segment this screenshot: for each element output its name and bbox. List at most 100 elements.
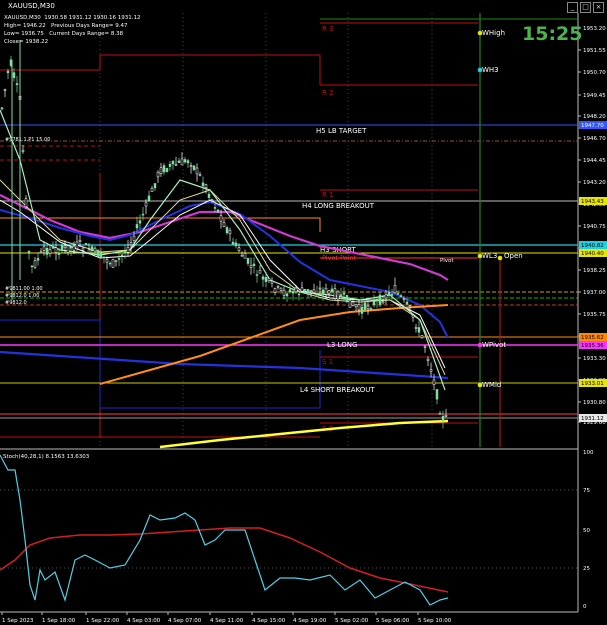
- candle-body: [408, 305, 412, 307]
- candle-body: [381, 301, 385, 304]
- candle-body: [246, 258, 250, 264]
- candle-body: [345, 295, 349, 303]
- price-tag-label: 1935.36: [581, 343, 604, 349]
- price-tag-label: 1940.82: [581, 243, 604, 249]
- candle-body: [426, 358, 430, 361]
- time-tick-label: 4 Sep 11:00: [210, 618, 244, 624]
- price-chart[interactable]: 1953.20 1951.55 1950.70 1949.45 1948.20 1946.…: [0, 0, 607, 625]
- candle-body: [177, 160, 181, 163]
- time-tick-label: 1 Sep 22:00: [86, 618, 120, 624]
- candle-body: [285, 293, 289, 297]
- candle-body: [231, 241, 235, 245]
- wpivot-label: WPivot: [482, 341, 506, 349]
- info-row-close: Close= 1938.22: [4, 39, 48, 46]
- clock-readout: 15:25: [522, 23, 583, 45]
- stoch-tick-label: 75: [583, 488, 590, 494]
- candle-body: [165, 168, 169, 172]
- price-tag-label: 1943.43: [581, 199, 604, 205]
- candle-body: [132, 235, 136, 241]
- candle-body: [351, 301, 355, 306]
- candle-body: [372, 300, 376, 305]
- candle-body: [225, 227, 229, 234]
- candle-body: [366, 305, 370, 309]
- time-tick-label: 5 Sep 10:00: [418, 618, 452, 624]
- time-tick-label: 4 Sep 07:00: [168, 618, 202, 624]
- candle-body: [402, 298, 406, 300]
- candle-body: [252, 263, 256, 266]
- price-tick-label: 1950.70: [583, 70, 606, 76]
- candle-body: [99, 251, 103, 258]
- candle-body: [111, 259, 115, 268]
- candle-body: [384, 294, 388, 299]
- candle-body: [27, 251, 31, 254]
- price-tick-label: 1944.45: [583, 158, 606, 164]
- candle-body: [249, 265, 253, 268]
- candle-body: [153, 183, 157, 189]
- price-tick-label: 1943.20: [583, 180, 606, 186]
- price-tick-label: 1948.20: [583, 114, 606, 120]
- info-low: Low= 1936.75: [4, 31, 44, 37]
- candle-body: [363, 302, 367, 310]
- wmid-label: WMid: [482, 381, 501, 389]
- candle-body: [75, 241, 79, 249]
- candle-body: [54, 247, 58, 253]
- candle-body: [390, 294, 394, 296]
- candle-body: [423, 346, 427, 348]
- candle-body: [57, 253, 61, 255]
- time-tick-label: 4 Sep 15:00: [252, 618, 286, 624]
- whigh-label: WHigh: [482, 29, 505, 37]
- candle-body: [114, 260, 118, 262]
- candle-body: [3, 89, 7, 91]
- wh3-label: WH3: [482, 66, 499, 74]
- candle-body: [294, 287, 298, 293]
- fib-label-2: #9811.00 1.00: [5, 286, 43, 292]
- time-tick-label: 4 Sep 19:00: [293, 618, 327, 624]
- candle-body: [24, 198, 28, 208]
- candle-body: [180, 158, 184, 166]
- info-prev-range: Previous Days Range= 9.47: [51, 23, 128, 29]
- candle-body: [354, 304, 358, 307]
- r1-label: R 1: [322, 191, 334, 199]
- candle-body: [189, 165, 193, 167]
- candle-body: [303, 289, 307, 291]
- candle-body: [192, 165, 196, 170]
- candle-body: [348, 300, 352, 308]
- candle-body: [108, 262, 112, 265]
- price-tick-label: 1951.55: [583, 48, 606, 54]
- price-tag-label: 1947.70: [581, 123, 604, 129]
- candle-body: [144, 202, 148, 207]
- r-box-prev: [99, 54, 321, 85]
- candle-body: [306, 289, 310, 294]
- candle-body: [288, 289, 292, 292]
- candle-body: [387, 291, 391, 295]
- candle-body: [234, 242, 238, 247]
- candle-body: [432, 379, 436, 385]
- candle-body: [228, 230, 232, 234]
- candle-body: [84, 243, 88, 245]
- ma-yellow: [159, 419, 449, 449]
- candle-body: [216, 209, 220, 213]
- info-close: Close= 1938.22: [4, 39, 49, 45]
- candle-body: [159, 167, 163, 174]
- fib-label-3: #9812.0 1.00: [5, 293, 39, 299]
- candle-body: [237, 247, 241, 251]
- time-tick-label: 5 Sep 02:00: [335, 618, 369, 624]
- price-tick-label: 1937.00: [583, 290, 606, 296]
- candle-body: [360, 306, 364, 314]
- candle-body: [441, 415, 445, 422]
- candle-body: [138, 220, 142, 224]
- s1-label: S 1: [322, 358, 333, 366]
- candle-body: [186, 160, 190, 164]
- time-tick-label: 1 Sep 18:00: [42, 618, 76, 624]
- candle-body: [81, 247, 85, 251]
- candle-body: [258, 269, 262, 274]
- fib-label-4: #9812.0: [5, 300, 27, 306]
- candle-body: [12, 72, 16, 78]
- l3-label: L3 LONG: [327, 341, 357, 349]
- candle-body: [240, 254, 244, 257]
- info-high: High= 1946.22: [4, 23, 46, 29]
- r2-label: R 2: [322, 89, 334, 97]
- candle-body: [219, 215, 223, 222]
- candle-body: [429, 369, 433, 372]
- candle-body: [282, 289, 286, 296]
